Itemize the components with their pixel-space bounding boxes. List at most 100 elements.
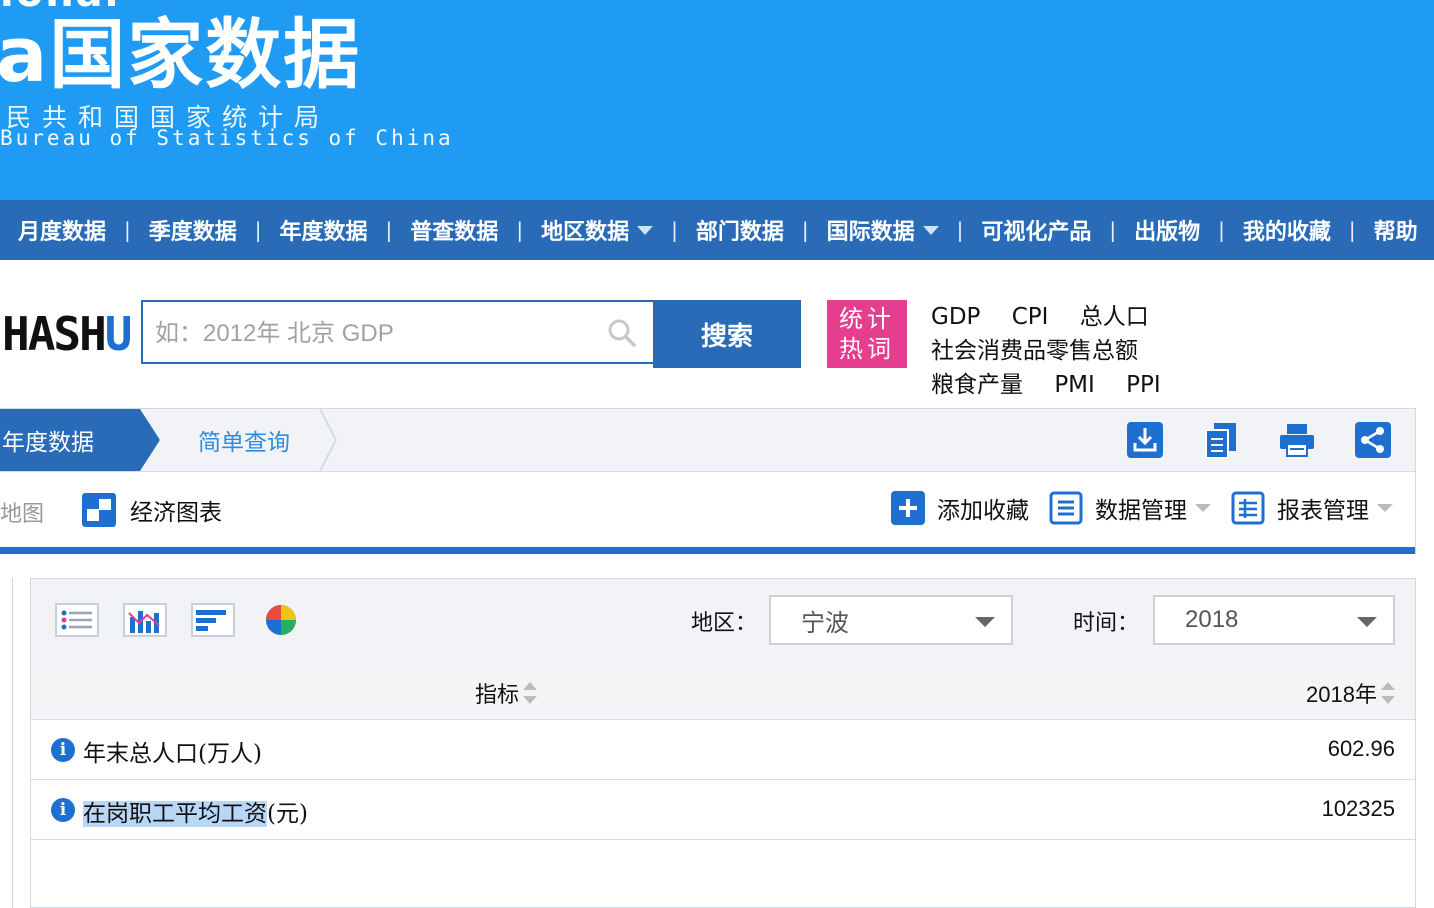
nav-separator: | <box>254 218 262 242</box>
column-header-label: 指标 <box>475 683 520 708</box>
sort-icon <box>523 682 538 704</box>
hot-words-badge: 统计 热词 <box>827 300 907 368</box>
list-doc-icon <box>1049 491 1083 525</box>
map-tab[interactable]: 地图 <box>0 496 44 528</box>
nav-monthly[interactable]: 月度数据 <box>0 214 116 246</box>
nav-separator: | <box>124 218 131 242</box>
breadcrumb: 年度数据 简单查询 <box>0 409 1415 472</box>
time-label: 时间： <box>1073 611 1140 636</box>
main-nav: 月度数据 | 季度数据 | 年度数据 | 普查数据 | 地区数据 | 部门数据 … <box>0 200 1434 260</box>
site-header: ional a国家数据 民共和国国家统计局 Bureau of Statisti… <box>0 0 1434 200</box>
hot-link-population[interactable]: 总人口 <box>1080 300 1149 334</box>
nav-separator: | <box>385 218 393 242</box>
nav-departments[interactable]: 部门数据 <box>686 214 794 246</box>
hot-link-gdp[interactable]: GDP <box>931 300 980 334</box>
hot-link-retail-sales[interactable]: 社会消费品零售总额 <box>931 334 1138 368</box>
download-icon[interactable] <box>1126 421 1164 459</box>
chart-blocks-icon <box>82 493 116 527</box>
data-management-dropdown[interactable]: 数据管理 <box>1049 491 1211 525</box>
caret-down-icon <box>637 225 654 235</box>
hot-link-pmi[interactable]: PMI <box>1054 368 1095 402</box>
column-header-indicator[interactable]: 指标 <box>475 677 538 709</box>
nav-label: 年度数据 <box>279 220 368 245</box>
nav-label: 地区数据 <box>541 220 630 245</box>
brand-text-accent: U <box>104 307 133 361</box>
left-panel-edge <box>0 578 13 908</box>
info-icon[interactable]: i <box>51 798 75 822</box>
filter-bar: 地区： 宁波 时间： 2018 <box>31 579 1415 660</box>
nav-annual[interactable]: 年度数据 <box>270 214 378 246</box>
region-select[interactable]: 宁波 <box>769 595 1013 645</box>
hot-link-cpi[interactable]: CPI <box>1012 300 1049 334</box>
query-panel: 年度数据 简单查询 地图 经济图表 添加收藏 数据管理 报表管理 <box>0 408 1416 554</box>
data-panel: 地区： 宁波 时间： 2018 指标 2018年 i 年末总人口(万人) 602… <box>30 578 1416 908</box>
nav-separator: | <box>801 218 809 242</box>
horizontal-bar-icon[interactable] <box>191 603 235 637</box>
nav-publications[interactable]: 出版物 <box>1124 214 1210 246</box>
logo-english: Bureau of Statistics of China <box>0 126 454 150</box>
time-value: 2018 <box>1185 606 1239 633</box>
divider <box>0 547 1415 554</box>
report-management-dropdown[interactable]: 报表管理 <box>1231 491 1393 525</box>
column-header-year[interactable]: 2018年 <box>1306 677 1395 709</box>
table-header: 指标 2018年 <box>31 659 1415 720</box>
table-view-icon[interactable] <box>55 603 99 637</box>
pie-chart-icon[interactable] <box>261 603 305 637</box>
nav-regional[interactable]: 地区数据 <box>531 214 663 246</box>
nav-separator: | <box>956 218 964 242</box>
breadcrumb-annual[interactable]: 年度数据 <box>0 409 140 471</box>
search-input[interactable] <box>153 314 587 354</box>
nav-label: 部门数据 <box>695 220 784 245</box>
table-row: i 在岗职工平均工资(元) 102325 <box>31 779 1415 840</box>
add-favorite-label: 添加收藏 <box>937 498 1029 524</box>
indicator-value: 102325 <box>1321 796 1395 821</box>
chevron-down-icon <box>1357 617 1377 627</box>
nav-label: 季度数据 <box>148 220 237 245</box>
nav-quarterly[interactable]: 季度数据 <box>139 214 247 246</box>
search-button[interactable]: 搜索 <box>653 300 801 368</box>
brand-text: HASH <box>2 307 107 361</box>
nav-label: 出版物 <box>1134 220 1201 245</box>
region-label: 地区： <box>691 611 758 636</box>
nav-label: 月度数据 <box>18 220 107 245</box>
bar-chart-icon[interactable] <box>123 603 167 637</box>
indicator-value: 602.96 <box>1327 736 1395 761</box>
copy-icon[interactable] <box>1202 421 1240 459</box>
nav-separator: | <box>1348 218 1356 242</box>
indicator-name-rest: (元) <box>267 801 308 827</box>
print-icon[interactable] <box>1278 421 1316 459</box>
search-icon[interactable] <box>607 318 637 348</box>
hot-words-list: GDP CPI 总人口 社会消费品零售总额 粮食产量 PMI PPI <box>931 300 1411 402</box>
time-select[interactable]: 2018 <box>1153 595 1395 645</box>
nav-label: 帮助 <box>1373 220 1418 245</box>
hot-link-ppi[interactable]: PPI <box>1126 368 1161 402</box>
sub-toolbar: 地图 经济图表 添加收藏 数据管理 报表管理 <box>0 471 1415 547</box>
nav-label: 我的收藏 <box>1242 220 1331 245</box>
nav-separator: | <box>516 218 524 242</box>
breadcrumb-simple-query[interactable]: 简单查询 <box>198 409 290 471</box>
indicator-name: 年末总人口(万人) <box>83 741 262 767</box>
hot-link-grain-output[interactable]: 粮食产量 <box>931 368 1023 402</box>
economic-chart-label: 经济图表 <box>130 500 222 526</box>
nav-visualization[interactable]: 可视化产品 <box>971 214 1101 246</box>
chevron-down-icon <box>975 617 995 627</box>
region-value: 宁波 <box>801 609 849 637</box>
nav-favorites[interactable]: 我的收藏 <box>1233 214 1341 246</box>
nav-label: 普查数据 <box>410 220 499 245</box>
nav-help[interactable]: 帮助 <box>1364 214 1428 246</box>
info-icon[interactable]: i <box>51 738 75 762</box>
nav-label: 国际数据 <box>826 220 915 245</box>
add-favorite-button[interactable]: 添加收藏 <box>891 491 1029 525</box>
nav-label: 可视化产品 <box>981 220 1092 245</box>
nav-international[interactable]: 国际数据 <box>817 214 949 246</box>
indicator-name: 在岗职工平均工资(元) <box>83 794 308 828</box>
economic-chart-button[interactable]: 经济图表 <box>82 493 222 527</box>
nav-census[interactable]: 普查数据 <box>400 214 508 246</box>
site-logo[interactable]: a国家数据 <box>0 10 361 100</box>
hot-badge-line: 统计 <box>839 305 895 333</box>
search-box <box>141 300 653 364</box>
report-management-label: 报表管理 <box>1277 498 1369 524</box>
hot-badge-line: 热词 <box>839 335 895 363</box>
share-icon[interactable] <box>1354 421 1392 459</box>
table-grid-icon <box>1231 491 1265 525</box>
